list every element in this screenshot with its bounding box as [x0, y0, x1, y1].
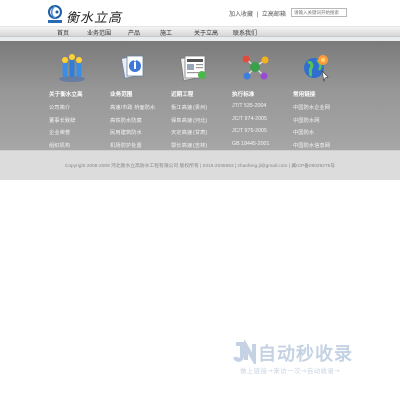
external-link[interactable]: 中国防水企业网 [293, 103, 353, 116]
nav-item-construction[interactable]: 施工 [160, 28, 172, 37]
main-nav: 首页 业务范围 产品 施工 关于立高 联系我们 [0, 26, 400, 37]
nav-item-contact[interactable]: 联系我们 [233, 28, 257, 37]
logo-mark-icon [48, 5, 62, 23]
copyright-text: Copyright 2008-2009 河北衡水立高防水工程有限公司 版权所有 … [64, 164, 336, 169]
business-link[interactable]: 民用建筑防水 [110, 128, 170, 141]
business-column-title: 业务范围 [110, 92, 133, 98]
top-links-separator: | [256, 12, 259, 18]
nav-item-products[interactable]: 产品 [128, 28, 140, 37]
standards-column: 执行标准 JT/T 535-2004 JC/T 974-2005 JC/T 97… [232, 51, 292, 153]
business-link[interactable]: 高速/市政 桥面防水 [110, 103, 170, 116]
links-column-title: 常用链接 [293, 92, 316, 98]
links-column: 常用链接 中国防水企业网 中国防水网 中国防水 中国防水信息网 [293, 51, 353, 153]
standard-link[interactable]: JT/T 535-2004 [232, 103, 292, 116]
about-link[interactable]: 董事长致辞 [49, 116, 109, 129]
business-link[interactable]: 高铁防水防腐 [110, 116, 170, 129]
external-link[interactable]: 中国防水 [293, 128, 353, 141]
business-column: 业务范围 高速/市政 桥面防水 高铁防水防腐 民用建筑防水 机场防护处置 [110, 51, 170, 153]
search-input[interactable] [291, 8, 347, 17]
watermark-subtitle: 做上链接→来访一次→自动收录→ [240, 367, 341, 375]
watermark-logo-icon [233, 340, 256, 364]
nav-item-business[interactable]: 业务范围 [87, 28, 111, 37]
standards-column-title: 执行标准 [232, 92, 255, 98]
header: 衡水立高 加入收藏 | 立高邮箱 [0, 0, 400, 28]
projects-column: 近期工程 板江高速 (贵州) 保阜高速 (河北) 天定高速 (甘肃) 鄂长高速 (吉林) [171, 51, 231, 153]
about-link[interactable]: 企业荣誉 [49, 128, 109, 141]
company-mail-link[interactable]: 立高邮箱 [262, 12, 286, 18]
about-column-title: 关于衡水立高 [49, 92, 83, 98]
standard-link[interactable]: JC/T 974-2005 [232, 116, 292, 129]
project-link[interactable]: 板江高速 (贵州) [171, 103, 231, 116]
about-link[interactable]: 公司简介 [49, 103, 109, 116]
nav-item-about[interactable]: 关于立高 [194, 28, 218, 37]
projects-column-title: 近期工程 [171, 92, 194, 98]
footer: Copyright 2008-2009 河北衡水立高防水工程有限公司 版权所有 … [0, 150, 400, 180]
about-column: 关于衡水立高 公司简介 董事长致辞 企业荣誉 组织机构 [49, 51, 109, 153]
watermark: 自动秒收录 做上链接→来访一次→自动收录→ [232, 340, 382, 390]
top-links: 加入收藏 | 立高邮箱 [229, 9, 288, 18]
external-link[interactable]: 中国防水网 [293, 116, 353, 129]
network-icon [242, 55, 269, 80]
watermark-title: 自动秒收录 [258, 344, 353, 365]
people-icon [59, 54, 85, 82]
add-favorite-link[interactable]: 加入收藏 [229, 12, 253, 18]
logo-text: 衡水立高 [66, 11, 123, 26]
footer-links-panel: 关于衡水立高 公司简介 董事长致辞 企业荣誉 组织机构 业务范围 高速/市政 桥… [0, 41, 400, 150]
project-link[interactable]: 保阜高速 (河北) [171, 116, 231, 129]
documents-icon [120, 55, 144, 79]
nav-item-home[interactable]: 首页 [57, 28, 69, 37]
standard-link[interactable]: JC/T 975-2005 [232, 128, 292, 141]
project-link[interactable]: 天定高速 (甘肃) [171, 128, 231, 141]
newspaper-icon [180, 55, 206, 81]
globe-icon [304, 55, 329, 83]
